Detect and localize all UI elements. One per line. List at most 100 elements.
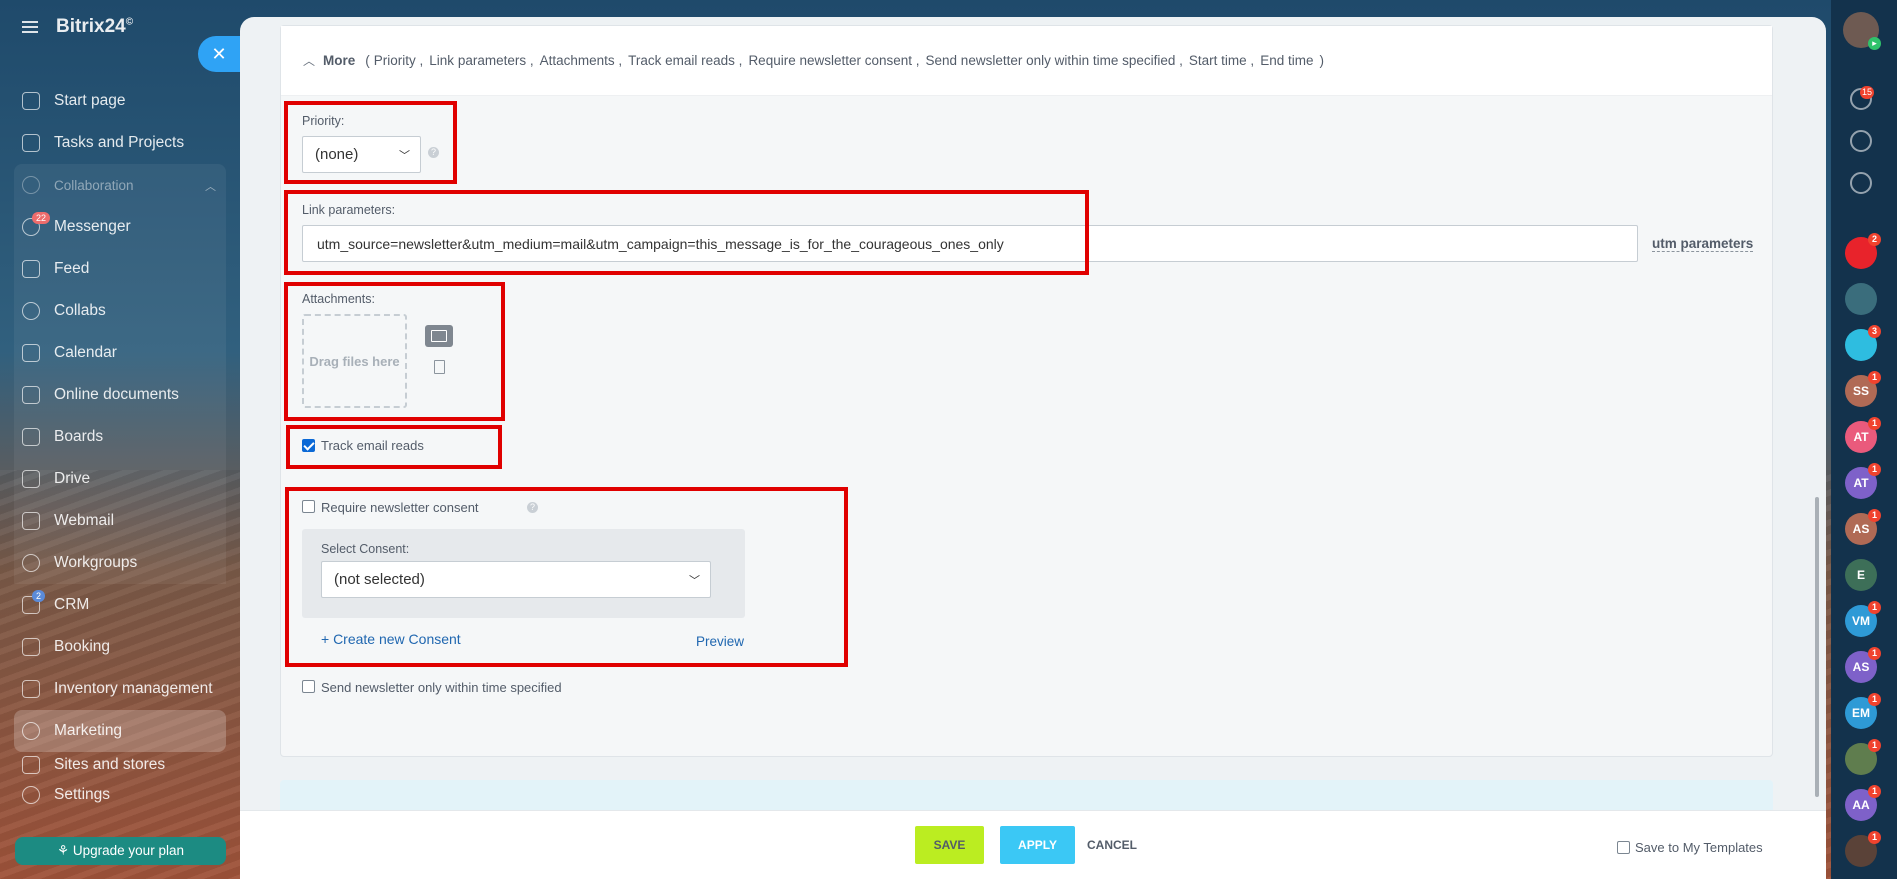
insert-image-icon[interactable]: [425, 325, 453, 347]
left-sidebar: Bitrix24© Start page Tasks and Projects …: [0, 0, 238, 879]
sidebar-item-collabs[interactable]: Collabs: [14, 290, 226, 332]
chat-avatar[interactable]: 3: [1845, 325, 1881, 361]
save-template-label[interactable]: Save to My Templates: [1635, 840, 1763, 855]
sidebar-item-online-documents[interactable]: Online documents: [14, 374, 226, 416]
consent-select[interactable]: (not selected) ﹀: [321, 561, 711, 598]
chat-avatar[interactable]: EM 1: [1845, 693, 1881, 729]
sidebar-item-boards[interactable]: Boards: [14, 416, 226, 458]
cancel-button[interactable]: CANCEL: [1082, 826, 1142, 864]
sidebar-item-webmail[interactable]: Webmail: [14, 500, 226, 542]
sidebar-item-drive[interactable]: Drive: [14, 458, 226, 500]
avatar-initials: EM: [1852, 706, 1870, 720]
sidebar-item-start-page[interactable]: Start page: [14, 80, 226, 122]
more-item-attachments[interactable]: Attachments ,: [540, 53, 623, 68]
unread-count-badge: 1: [1868, 831, 1881, 844]
chat-avatar[interactable]: 1: [1845, 739, 1881, 775]
inventory-icon: [22, 680, 40, 698]
unread-count-badge: 1: [1868, 601, 1881, 614]
apply-button[interactable]: APPLY: [1000, 826, 1075, 864]
sidebar-item-marketing[interactable]: Marketing: [14, 710, 226, 752]
track-reads-checkbox[interactable]: [302, 439, 315, 452]
more-toggle[interactable]: More: [323, 53, 355, 68]
sidebar-item-crm[interactable]: 2 CRM: [14, 584, 226, 626]
more-item-end-time[interactable]: End time: [1260, 53, 1313, 68]
more-item-track-reads[interactable]: Track email reads ,: [628, 53, 742, 68]
unread-count-badge: 1: [1868, 693, 1881, 706]
save-template-checkbox[interactable]: [1617, 841, 1630, 854]
chat-avatar[interactable]: 2: [1845, 233, 1881, 269]
unread-count-badge: 1: [1868, 647, 1881, 660]
more-header[interactable]: ︿ More ( Priority , Link parameters , At…: [281, 26, 1772, 96]
sidebar-item-inventory[interactable]: Inventory management: [14, 668, 226, 710]
chevron-down-icon: ﹀: [689, 574, 700, 587]
sidebar-item-settings[interactable]: Settings: [14, 774, 226, 816]
more-item-time-specified[interactable]: Send newsletter only within time specifi…: [926, 53, 1183, 68]
avatar-initials: VM: [1852, 614, 1870, 628]
utm-parameters-link[interactable]: utm parameters: [1652, 236, 1754, 252]
unread-count-badge: 2: [1868, 233, 1881, 246]
mail-icon: [22, 512, 40, 530]
more-item-start-time[interactable]: Start time ,: [1189, 53, 1254, 68]
calendar-icon: [22, 344, 40, 362]
sidebar-item-feed[interactable]: Feed: [14, 248, 226, 290]
avatar-initials: AA: [1852, 798, 1870, 812]
track-reads-label[interactable]: Track email reads: [321, 438, 424, 453]
link-params-input[interactable]: utm_source=newsletter&utm_medium=mail&ut…: [302, 225, 1638, 262]
unread-count-badge: 1: [1868, 371, 1881, 384]
save-button[interactable]: SAVE: [915, 826, 984, 864]
chat-avatar[interactable]: E: [1845, 559, 1877, 591]
more-item-consent[interactable]: Require newsletter consent ,: [748, 53, 919, 68]
attachments-label: Attachments:: [302, 292, 375, 306]
help-icon[interactable]: ?: [527, 502, 538, 513]
sidebar-item-messenger[interactable]: 22 Messenger: [14, 206, 226, 248]
unread-count-badge: 1: [1868, 509, 1881, 522]
crm-badge: 2: [32, 590, 46, 602]
preview-link[interactable]: Preview: [696, 634, 744, 649]
sidebar-item-calendar[interactable]: Calendar: [14, 332, 226, 374]
chat-avatar[interactable]: 1: [1845, 831, 1881, 867]
gear-icon: [22, 786, 40, 804]
chat-avatar[interactable]: AT 1: [1845, 417, 1881, 453]
sidebar-item-workgroups[interactable]: Workgroups: [14, 542, 226, 584]
chat-avatar[interactable]: AS 1: [1845, 509, 1881, 545]
board-icon: [22, 428, 40, 446]
feed-icon: [22, 260, 40, 278]
more-item-priority[interactable]: Priority ,: [374, 53, 424, 68]
sidebar-item-tasks[interactable]: Tasks and Projects: [14, 122, 226, 164]
chat-avatar[interactable]: SS 1: [1845, 371, 1881, 407]
consent-label[interactable]: Require newsletter consent: [321, 500, 479, 515]
time-specified-label[interactable]: Send newsletter only within time specifi…: [321, 680, 562, 695]
file-dropzone[interactable]: Drag files here: [302, 314, 407, 408]
chat-avatar[interactable]: VM 1: [1845, 601, 1881, 637]
copilot-icon[interactable]: [1850, 130, 1872, 152]
consent-checkbox[interactable]: [302, 500, 315, 513]
unread-count-badge: 1: [1868, 739, 1881, 752]
help-icon[interactable]: ?: [428, 147, 439, 158]
close-panel-button[interactable]: ✕: [198, 36, 240, 72]
status-icon: ▸: [1868, 37, 1881, 50]
avatar-initials: AS: [1852, 660, 1870, 674]
vertical-scrollbar[interactable]: [1815, 497, 1819, 797]
sidebar-item-booking[interactable]: Booking: [14, 626, 226, 668]
menu-icon[interactable]: [22, 21, 38, 33]
upgrade-plan-button[interactable]: ⚘ Upgrade your plan: [15, 837, 226, 865]
more-item-link-params[interactable]: Link parameters ,: [429, 53, 533, 68]
create-consent-link[interactable]: + Create new Consent: [321, 631, 461, 647]
user-avatar[interactable]: ▸: [1843, 12, 1881, 50]
sidebar-section-collaboration[interactable]: Collaboration ︿: [14, 164, 226, 206]
time-specified-checkbox[interactable]: [302, 680, 315, 693]
chat-avatar[interactable]: AT 1: [1845, 463, 1881, 499]
attach-file-icon[interactable]: [434, 360, 445, 374]
chat-avatar[interactable]: [1845, 283, 1877, 315]
logo-row: Bitrix24©: [22, 16, 133, 38]
chat-avatar[interactable]: AA 1: [1845, 785, 1881, 821]
chat-avatar[interactable]: AS 1: [1845, 647, 1881, 683]
bell-icon[interactable]: 15: [1850, 86, 1874, 110]
priority-select[interactable]: (none) ﹀: [302, 136, 421, 173]
unread-count-badge: 1: [1868, 417, 1881, 430]
people-icon: [22, 554, 40, 572]
sync-icon[interactable]: [1850, 172, 1872, 194]
app-logo[interactable]: Bitrix24©: [56, 16, 133, 38]
sidebar-item-sites[interactable]: Sites and stores: [14, 752, 226, 774]
collaboration-icon: [22, 176, 40, 194]
